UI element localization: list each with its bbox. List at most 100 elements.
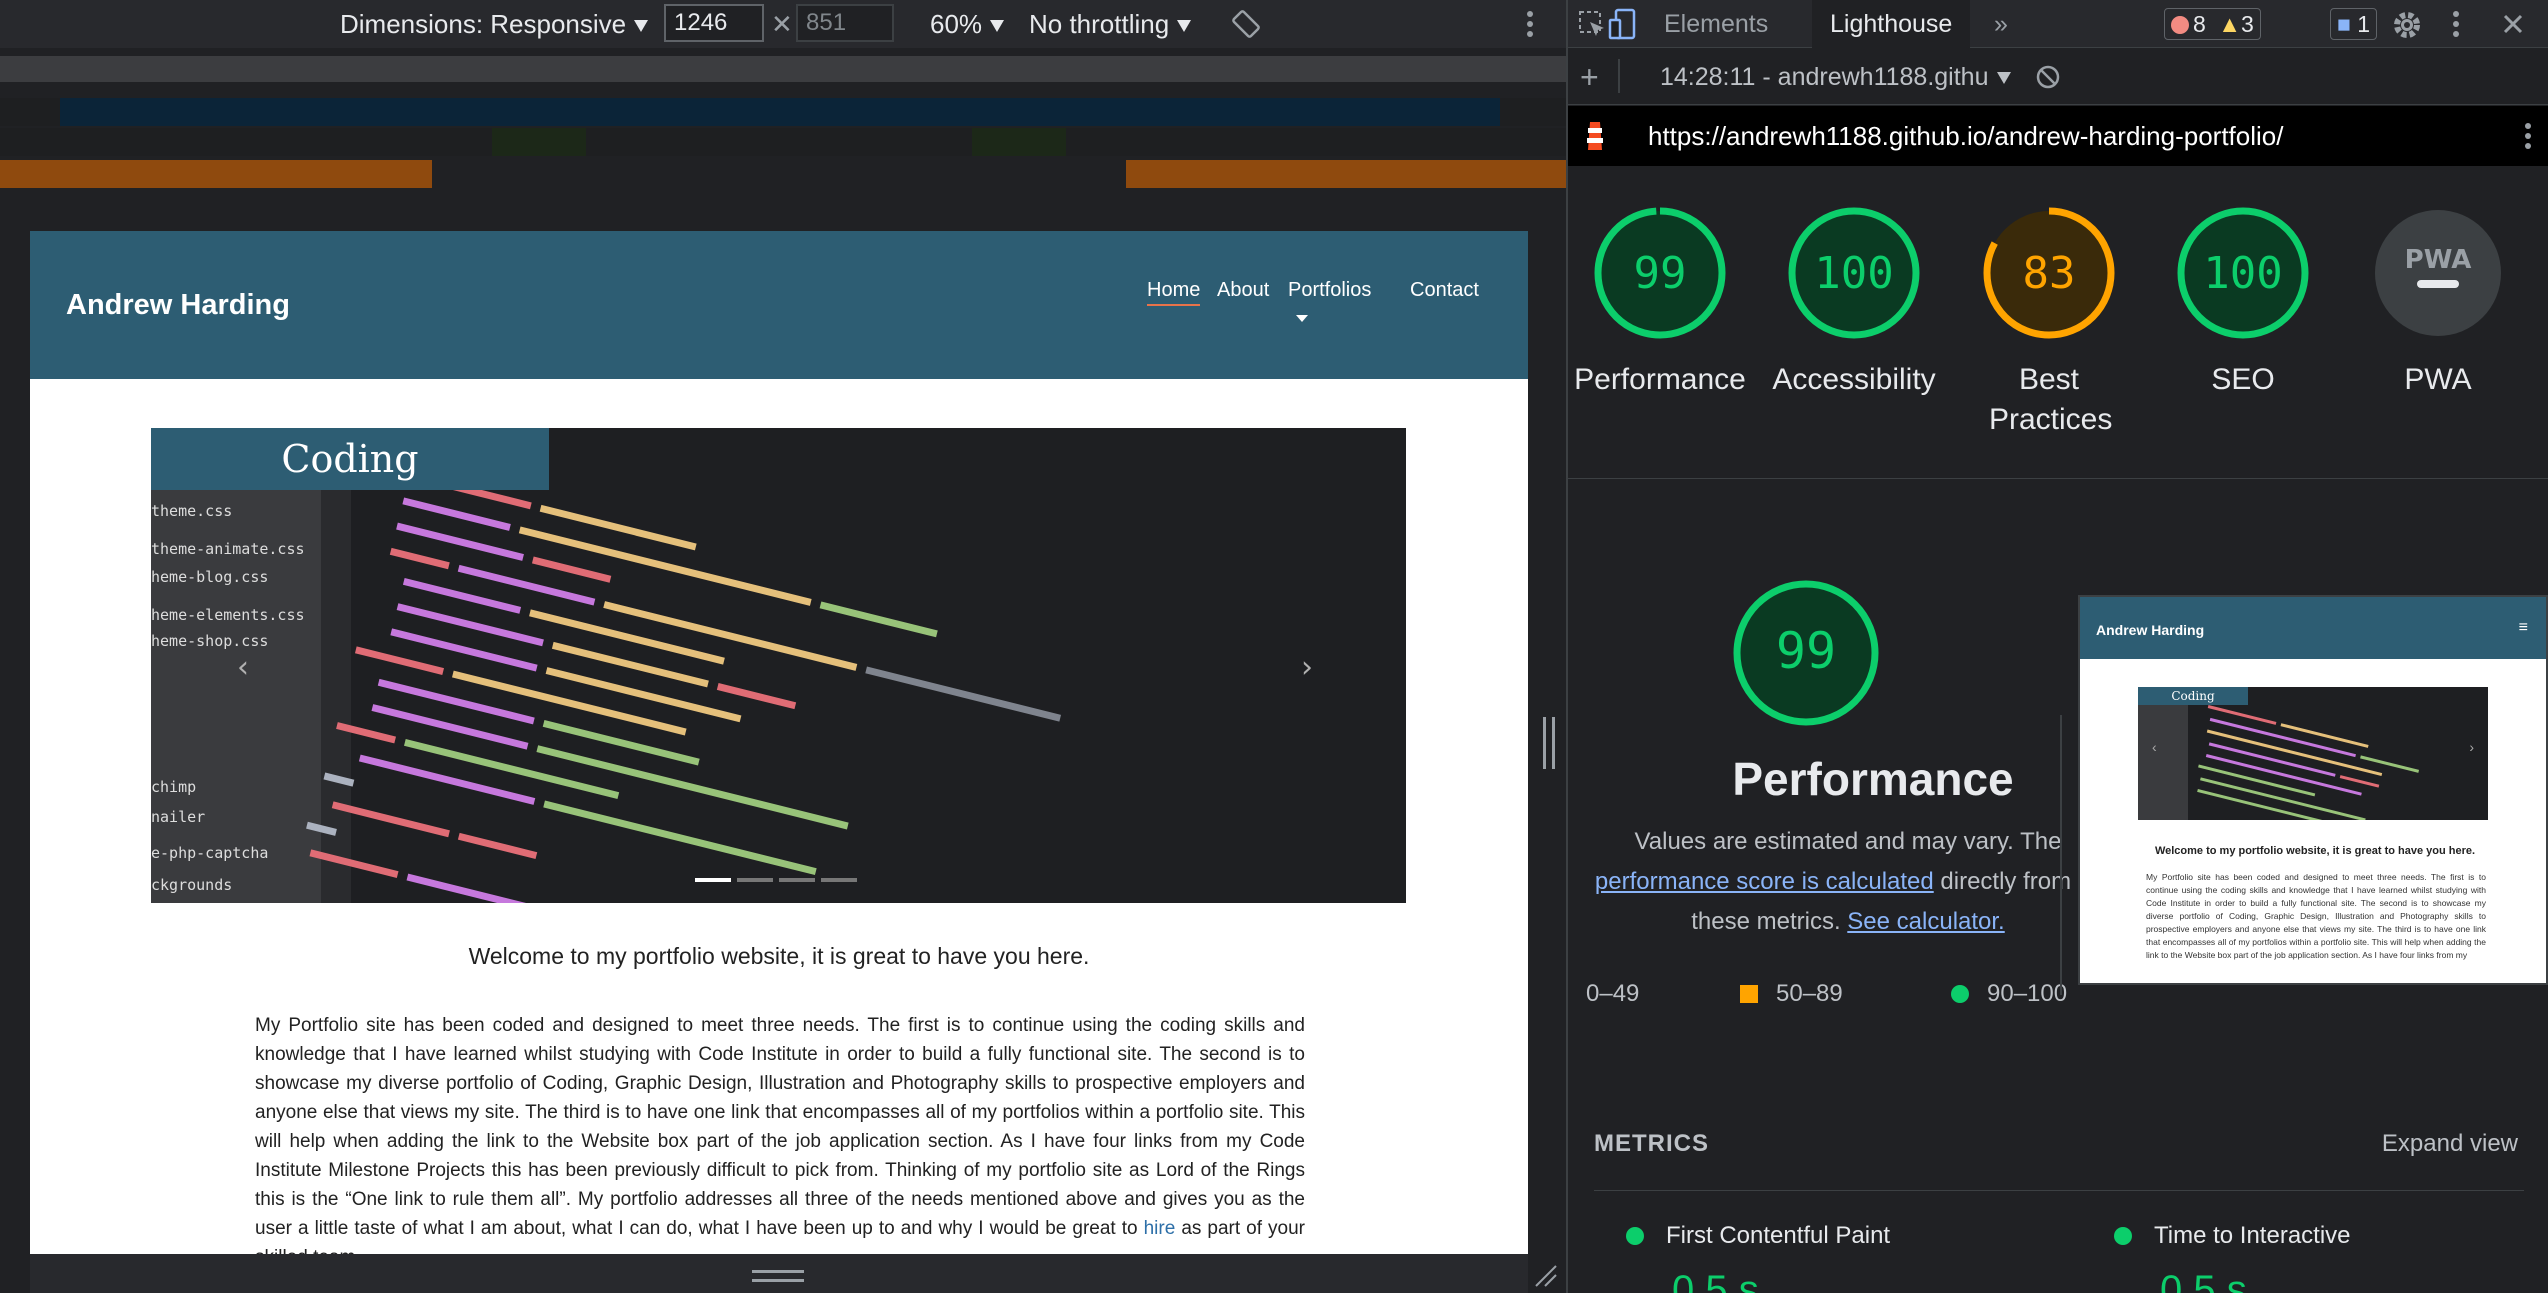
- gauge-label: SEO: [2211, 363, 2275, 396]
- score-legend: 0–49 50–89 90–100: [1568, 980, 2088, 1016]
- pwa-text: PWA: [2405, 245, 2472, 275]
- ring-score: 100: [2203, 248, 2282, 299]
- dimensions-label: Dimensions: Responsive: [340, 9, 627, 39]
- message-icon: ■: [2337, 11, 2351, 37]
- thumb-code-image: [2138, 687, 2420, 820]
- resize-handle-right[interactable]: [1543, 717, 1555, 769]
- final-screenshot-thumbnail[interactable]: Andrew Harding ≡ Coding ‹ › Welcome to m…: [2078, 595, 2548, 985]
- intro-paragraph: My Portfolio site has been coded and des…: [255, 1011, 1305, 1254]
- gauge-label: Accessibility: [1772, 363, 1936, 396]
- score-ring: 99: [1594, 207, 1726, 339]
- chevron-down-icon: [1996, 72, 2011, 85]
- section-divider: [1568, 478, 2548, 479]
- chevron-down-icon: [1296, 315, 1308, 322]
- more-options-icon[interactable]: [2518, 120, 2538, 152]
- gauge-accessibility[interactable]: 100 Accessibility: [1764, 206, 1944, 400]
- zoom-label: 60%: [930, 9, 983, 39]
- vertical-divider: [2060, 715, 2062, 995]
- performance-title: Performance: [1732, 753, 2014, 805]
- error-icon: [2171, 16, 2189, 34]
- gauge-best-practices[interactable]: 83 Best Practices: [1959, 206, 2139, 440]
- performance-big-gauge: 99: [1733, 580, 1879, 726]
- gauge-pwa[interactable]: PWA PWA: [2348, 206, 2528, 400]
- lighthouse-icon: [1587, 122, 1603, 150]
- expand-view-toggle[interactable]: Expand view: [2382, 1130, 2518, 1158]
- chevron-left-icon: ‹: [2152, 739, 2157, 755]
- plus-icon[interactable]: +: [1580, 59, 1599, 96]
- desc-text: directly from: [1933, 868, 2072, 895]
- metric-value: 0.5 s: [1672, 1268, 1759, 1293]
- info-count: 1: [2357, 11, 2371, 37]
- chevron-right-icon[interactable]: ›: [1301, 650, 1313, 685]
- report-select[interactable]: 14:28:11 - andrewh1188.githu: [1660, 63, 2011, 92]
- thumb-welcome: Welcome to my portfolio website, it is g…: [2154, 845, 2476, 857]
- site-header: Andrew Harding Home About Portfolios Con…: [30, 231, 1528, 379]
- report-select-label: 14:28:11 - andrewh1188.githu: [1660, 63, 1989, 91]
- more-tabs-icon[interactable]: »: [1976, 0, 2026, 48]
- thumb-carousel-caption: Coding: [2138, 687, 2248, 705]
- width-input[interactable]: [664, 4, 764, 42]
- ring-score: 100: [1814, 248, 1893, 299]
- see-calculator-link[interactable]: See calculator.: [1847, 908, 2004, 935]
- lighthouse-url-bar: https://andrewh1188.github.io/andrew-har…: [1568, 106, 2548, 166]
- lighthouse-toolbar: + 14:28:11 - andrewh1188.githu: [1568, 49, 2548, 105]
- hamburger-menu-icon: ≡: [2518, 619, 2528, 636]
- pwa-badge: PWA: [2375, 210, 2501, 336]
- metric-label: Time to Interactive: [2154, 1222, 2351, 1249]
- gauge-performance[interactable]: 99 Performance: [1570, 206, 1750, 400]
- gauge-label: PWA: [2404, 363, 2472, 396]
- resize-handle-bottom[interactable]: [752, 1270, 804, 1282]
- metrics-divider: [1594, 1190, 2524, 1191]
- height-input[interactable]: [796, 4, 894, 42]
- breakpoint-bar[interactable]: [0, 56, 1566, 82]
- rotate-icon[interactable]: [1230, 8, 1262, 40]
- hire-link[interactable]: hire: [1144, 1218, 1176, 1239]
- inspect-element-icon[interactable]: [1576, 8, 1608, 40]
- more-options-icon[interactable]: [1520, 8, 1540, 40]
- resize-corner-icon[interactable]: [1532, 1262, 1558, 1288]
- tab-lighthouse[interactable]: Lighthouse: [1812, 0, 1971, 48]
- score-calc-link[interactable]: performance score is calculated: [1595, 868, 1934, 895]
- gauge-label: Best Practices: [1989, 363, 2113, 436]
- device-toolbar-icon[interactable]: [1606, 6, 1642, 42]
- throttling-dropdown[interactable]: No throttling: [1029, 8, 1192, 40]
- audited-url[interactable]: https://andrewh1188.github.io/andrew-har…: [1648, 106, 2283, 166]
- min-max-bar[interactable]: [0, 128, 1566, 156]
- tab-elements[interactable]: Elements: [1646, 0, 1786, 48]
- gauge-label: Performance: [1574, 363, 1746, 396]
- code-image: [306, 468, 1062, 903]
- nav-portfolios-link[interactable]: Portfolios: [1288, 279, 1371, 302]
- carousel-indicator[interactable]: [737, 878, 773, 882]
- min-max-range[interactable]: [972, 128, 1066, 156]
- circle-icon: [1951, 985, 1969, 1003]
- nav-contact-link[interactable]: Contact: [1410, 279, 1479, 302]
- gauge-seo[interactable]: 100 SEO: [2153, 206, 2333, 400]
- metric-tti: Time to Interactive 0.5 s: [2114, 1222, 2351, 1293]
- warnings-count: 3: [2240, 11, 2254, 37]
- clear-icon[interactable]: [2034, 63, 2062, 91]
- messages-badge[interactable]: ■ 1: [2330, 8, 2378, 40]
- min-width-range[interactable]: [1126, 160, 1566, 188]
- intro-text: My Portfolio site has been coded and des…: [255, 1015, 1305, 1239]
- nav-home-link[interactable]: Home: [1147, 279, 1201, 306]
- carousel-indicator[interactable]: [821, 878, 857, 882]
- carousel-caption: Coding: [151, 428, 549, 490]
- max-width-range[interactable]: [60, 98, 1500, 126]
- carousel-indicator[interactable]: [695, 878, 731, 882]
- site-title[interactable]: Andrew Harding: [66, 289, 290, 322]
- carousel-indicator[interactable]: [779, 878, 815, 882]
- more-options-icon[interactable]: [2446, 8, 2466, 40]
- dimensions-dropdown[interactable]: Dimensions: Responsive: [340, 8, 649, 40]
- legend-good: 90–100: [1951, 980, 2067, 1008]
- issues-badge[interactable]: 8 ▲3: [2164, 8, 2261, 40]
- chevron-left-icon[interactable]: ‹: [237, 650, 249, 685]
- big-gauge-score: 99: [1776, 622, 1836, 680]
- nav-about-link[interactable]: About: [1217, 279, 1269, 302]
- square-icon: [1740, 985, 1758, 1003]
- min-width-range[interactable]: [0, 160, 432, 188]
- min-max-range[interactable]: [492, 128, 586, 156]
- close-icon[interactable]: [2498, 9, 2528, 39]
- zoom-dropdown[interactable]: 60%: [930, 8, 1005, 40]
- gear-icon[interactable]: [2390, 8, 2424, 42]
- device-toolbar: Dimensions: Responsive ✕ 60% No throttli…: [0, 0, 1566, 48]
